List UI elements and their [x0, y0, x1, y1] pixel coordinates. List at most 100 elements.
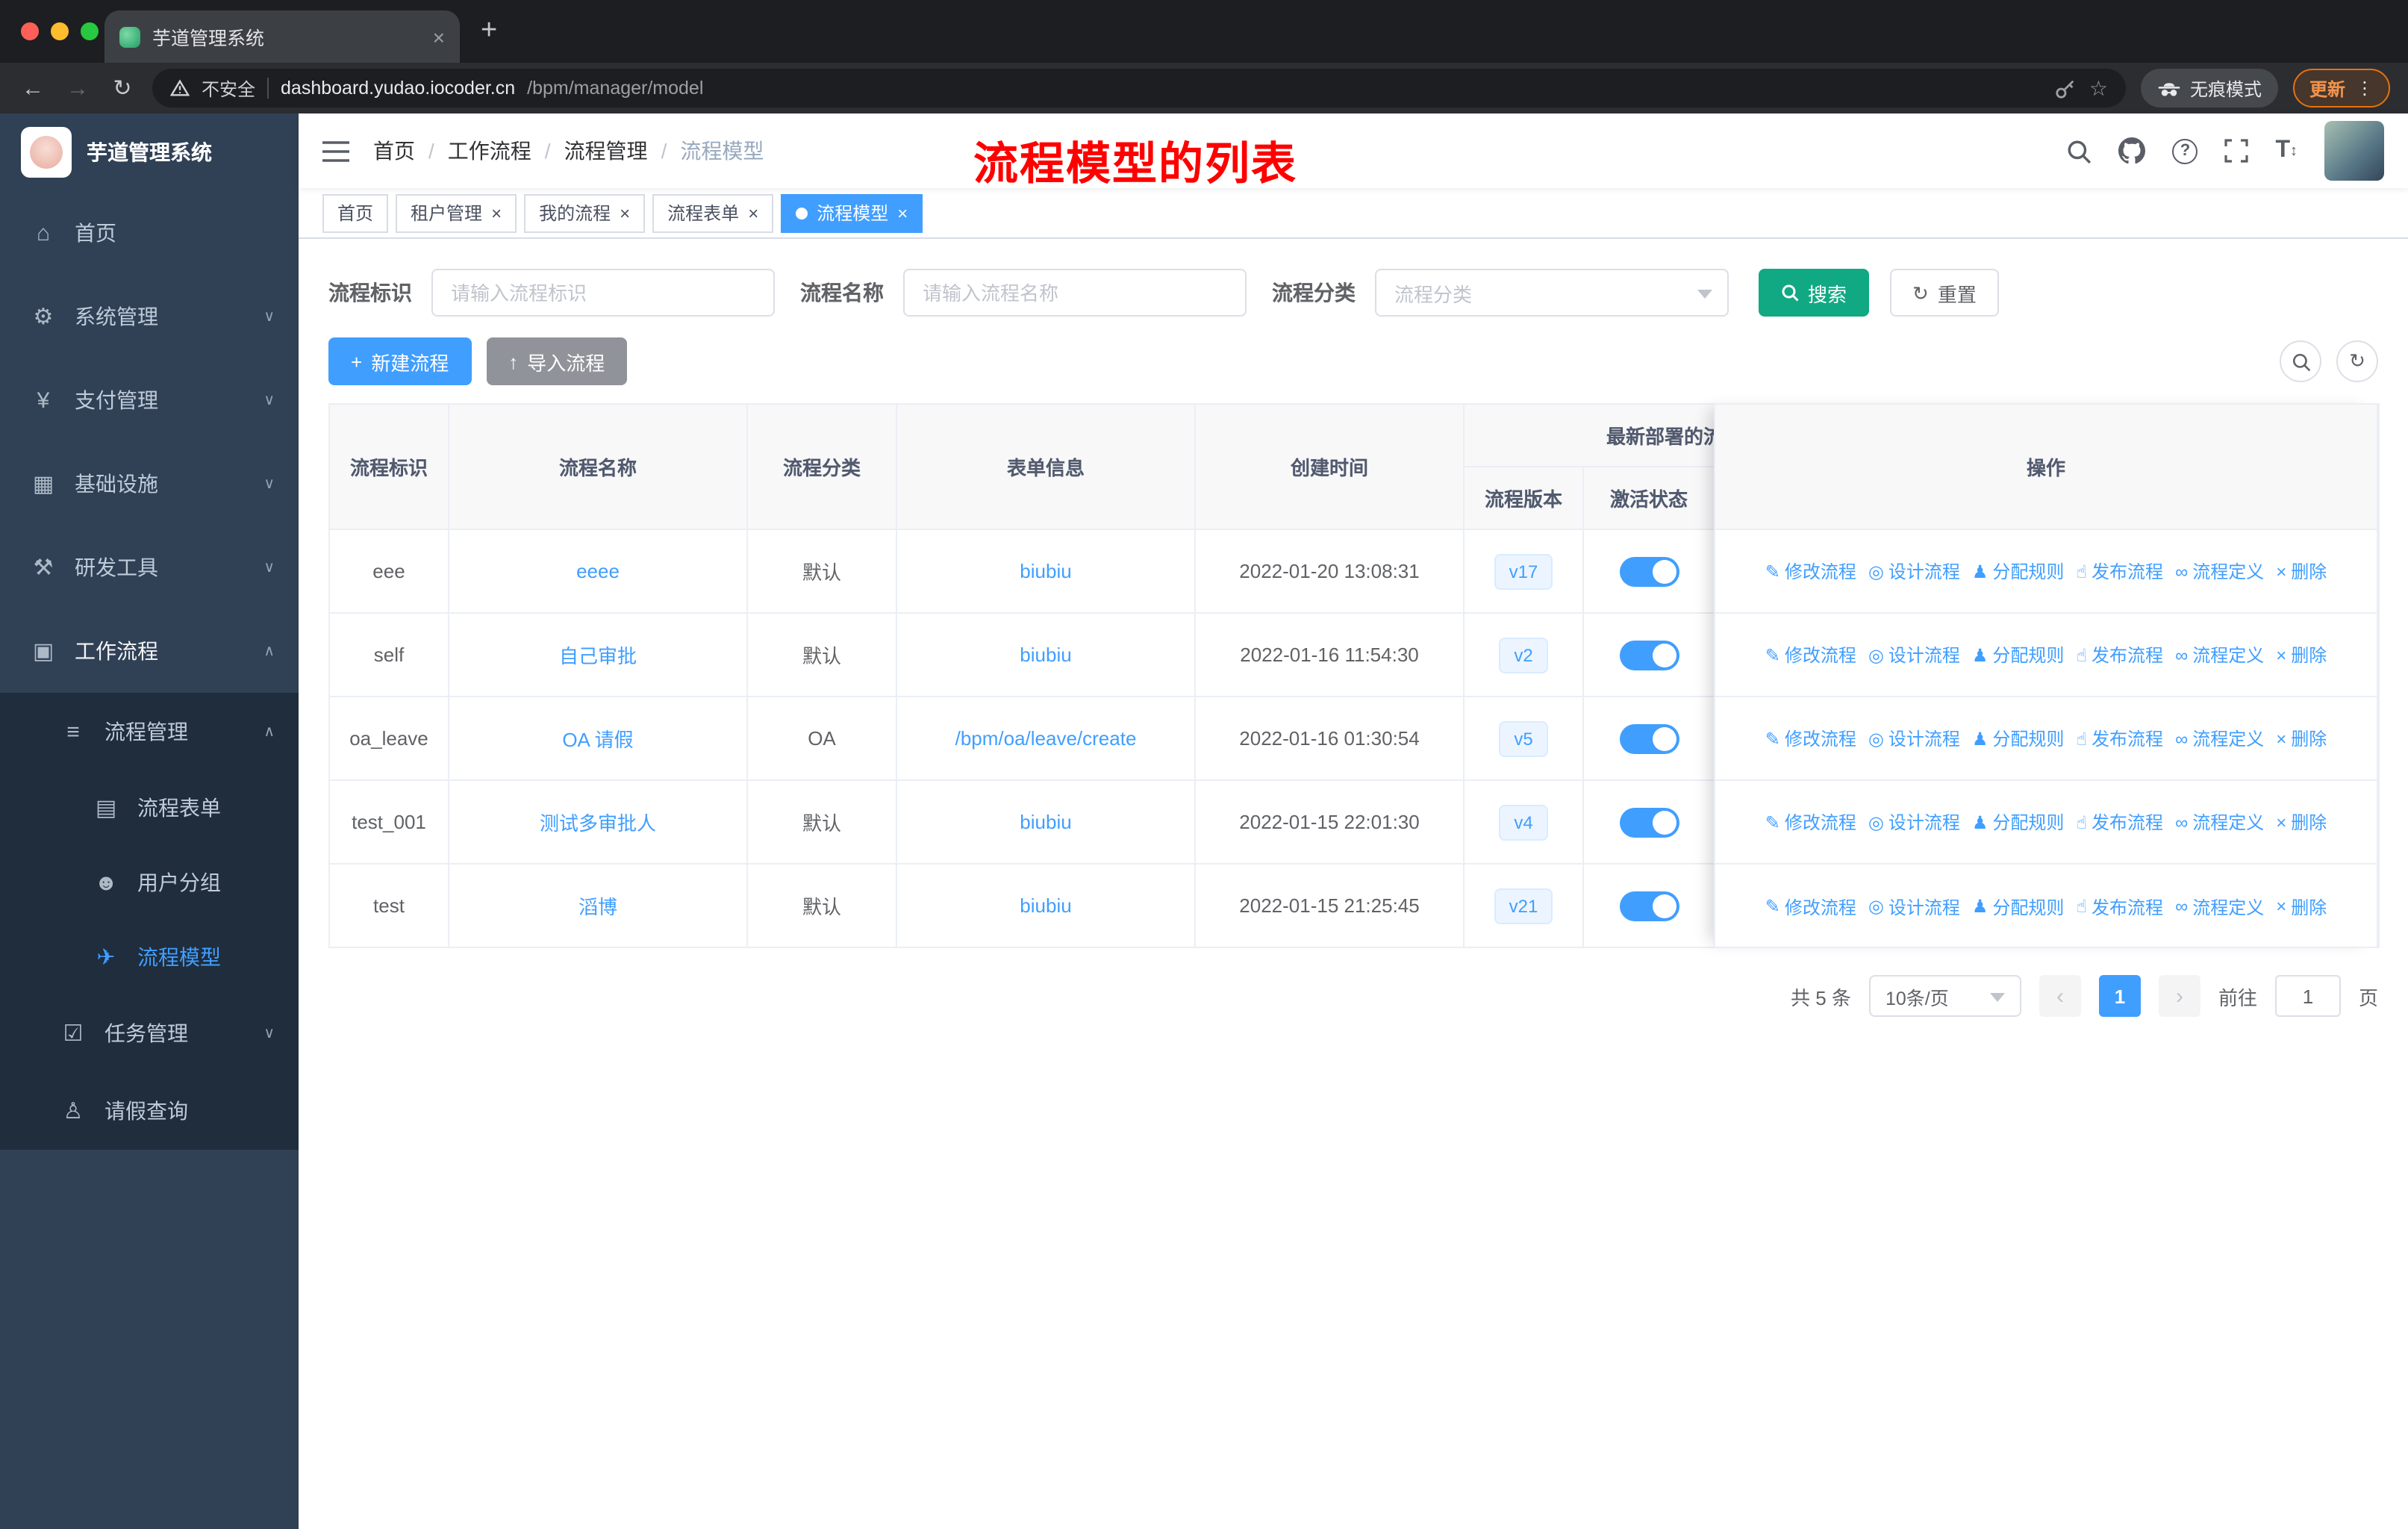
assign-rule-link[interactable]: 分配规则	[1972, 642, 2064, 667]
active-toggle[interactable]	[1619, 556, 1679, 586]
sidebar-item-task-management[interactable]: 任务管理	[0, 994, 299, 1072]
incognito-badge[interactable]: 无痕模式	[2140, 69, 2278, 108]
tag-process-form[interactable]: 流程表单 ×	[652, 193, 774, 232]
design-process-link[interactable]: 设计流程	[1868, 558, 1960, 584]
sidebar-item-devtools[interactable]: 研发工具	[0, 526, 299, 609]
page-size-select[interactable]: 10条/页	[1868, 975, 2021, 1017]
assign-rule-link[interactable]: 分配规则	[1972, 894, 2064, 919]
process-name-link[interactable]: 自己审批	[559, 645, 637, 667]
process-name-link[interactable]: OA 请假	[562, 729, 633, 751]
edit-process-link[interactable]: 修改流程	[1765, 726, 1856, 751]
sidebar-item-process-model[interactable]: 流程模型	[0, 920, 299, 994]
assign-rule-link[interactable]: 分配规则	[1972, 558, 2064, 584]
delete-process-link[interactable]: 删除	[2276, 894, 2327, 919]
browser-update-button[interactable]: 更新 ⋮	[2292, 69, 2390, 108]
process-definition-link[interactable]: 流程定义	[2175, 894, 2264, 919]
tag-process-model[interactable]: 流程模型 ×	[781, 193, 923, 232]
design-process-link[interactable]: 设计流程	[1868, 894, 1960, 919]
sidebar-item-payment[interactable]: 支付管理	[0, 358, 299, 442]
tag-my-process[interactable]: 我的流程 ×	[524, 193, 646, 232]
sidebar-item-system[interactable]: 系统管理	[0, 275, 299, 358]
zoom-window-button[interactable]	[81, 22, 99, 40]
edit-process-link[interactable]: 修改流程	[1765, 642, 1856, 667]
reset-button[interactable]: 重置	[1890, 269, 1999, 317]
version-badge[interactable]: v4	[1499, 804, 1548, 840]
fullscreen-icon[interactable]	[2224, 139, 2249, 163]
github-icon[interactable]	[2118, 137, 2146, 164]
tag-close-icon[interactable]: ×	[748, 204, 758, 222]
address-bar[interactable]: 不安全 dashboard.yudao.iocoder.cn/bpm/manag…	[152, 69, 2126, 108]
form-info-link[interactable]: /bpm/oa/leave/create	[955, 727, 1137, 750]
delete-process-link[interactable]: 删除	[2276, 726, 2327, 751]
process-name-link[interactable]: eeee	[576, 560, 620, 582]
form-info-link[interactable]: biubiu	[1020, 644, 1071, 666]
sidebar-collapse-icon[interactable]	[322, 140, 349, 162]
font-size-icon[interactable]: T	[2275, 137, 2298, 164]
edit-process-link[interactable]: 修改流程	[1765, 558, 1856, 584]
user-avatar[interactable]	[2324, 121, 2384, 181]
form-info-link[interactable]: biubiu	[1020, 560, 1071, 582]
process-definition-link[interactable]: 流程定义	[2175, 809, 2264, 835]
sidebar-item-user-group[interactable]: 用户分组	[0, 845, 299, 920]
toggle-search-button[interactable]	[2280, 340, 2321, 382]
publish-process-link[interactable]: 发布流程	[2076, 558, 2163, 584]
breadcrumb-item[interactable]: 流程管理	[564, 136, 648, 166]
edit-process-link[interactable]: 修改流程	[1765, 809, 1856, 835]
form-info-link[interactable]: biubiu	[1020, 894, 1071, 917]
help-icon[interactable]	[2172, 138, 2198, 164]
sidebar-item-infra[interactable]: 基础设施	[0, 442, 299, 526]
process-name-link[interactable]: 测试多审批人	[540, 812, 656, 835]
create-process-button[interactable]: 新建流程	[328, 337, 472, 385]
sidebar-item-home[interactable]: 首页	[0, 191, 299, 275]
process-definition-link[interactable]: 流程定义	[2175, 642, 2264, 667]
prev-page-button[interactable]	[2039, 975, 2081, 1017]
import-process-button[interactable]: 导入流程	[486, 337, 628, 385]
delete-process-link[interactable]: 删除	[2276, 642, 2327, 667]
close-window-button[interactable]	[21, 22, 39, 40]
process-name-link[interactable]: 滔博	[578, 896, 617, 918]
tag-close-icon[interactable]: ×	[620, 204, 630, 222]
active-toggle[interactable]	[1619, 807, 1679, 837]
tag-close-icon[interactable]: ×	[897, 204, 908, 222]
forward-icon[interactable]: →	[63, 75, 93, 101]
edit-process-link[interactable]: 修改流程	[1765, 894, 1856, 919]
tag-tenant[interactable]: 租户管理 ×	[396, 193, 517, 232]
design-process-link[interactable]: 设计流程	[1868, 726, 1960, 751]
delete-process-link[interactable]: 删除	[2276, 809, 2327, 835]
tag-home[interactable]: 首页	[322, 193, 389, 232]
publish-process-link[interactable]: 发布流程	[2076, 642, 2163, 667]
browser-tab[interactable]: 芋道管理系统 ×	[105, 10, 460, 63]
version-badge[interactable]: v17	[1494, 553, 1553, 589]
tag-close-icon[interactable]: ×	[491, 204, 502, 222]
current-page-button[interactable]: 1	[2098, 975, 2141, 1017]
back-icon[interactable]: ←	[18, 75, 48, 101]
active-toggle[interactable]	[1619, 640, 1679, 670]
breadcrumb-item[interactable]: 工作流程	[448, 136, 531, 166]
design-process-link[interactable]: 设计流程	[1868, 809, 1960, 835]
password-key-icon[interactable]	[2055, 77, 2077, 99]
publish-process-link[interactable]: 发布流程	[2076, 726, 2163, 751]
security-label[interactable]: 不安全	[202, 75, 255, 101]
design-process-link[interactable]: 设计流程	[1868, 642, 1960, 667]
sidebar-item-workflow[interactable]: 工作流程	[0, 609, 299, 693]
breadcrumb-item[interactable]: 首页	[373, 136, 415, 166]
version-badge[interactable]: v21	[1494, 888, 1553, 924]
version-badge[interactable]: v2	[1499, 637, 1548, 673]
process-category-select[interactable]: 流程分类	[1375, 269, 1729, 317]
delete-process-link[interactable]: 删除	[2276, 558, 2327, 584]
form-info-link[interactable]: biubiu	[1020, 811, 1071, 833]
search-button[interactable]: 搜索	[1759, 269, 1870, 317]
goto-page-input[interactable]	[2274, 975, 2341, 1017]
sidebar-item-process-form[interactable]: 流程表单	[0, 770, 299, 845]
assign-rule-link[interactable]: 分配规则	[1972, 726, 2064, 751]
process-id-input[interactable]	[431, 269, 775, 317]
new-tab-button[interactable]: +	[481, 16, 497, 45]
sidebar-item-process-management[interactable]: 流程管理	[0, 693, 299, 770]
next-page-button[interactable]	[2158, 975, 2200, 1017]
publish-process-link[interactable]: 发布流程	[2076, 809, 2163, 835]
browser-menu-icon[interactable]: ⋮	[2356, 78, 2374, 99]
process-definition-link[interactable]: 流程定义	[2175, 558, 2264, 584]
version-badge[interactable]: v5	[1499, 720, 1548, 756]
bookmark-star-icon[interactable]: ☆	[2089, 75, 2108, 101]
process-definition-link[interactable]: 流程定义	[2175, 726, 2264, 751]
